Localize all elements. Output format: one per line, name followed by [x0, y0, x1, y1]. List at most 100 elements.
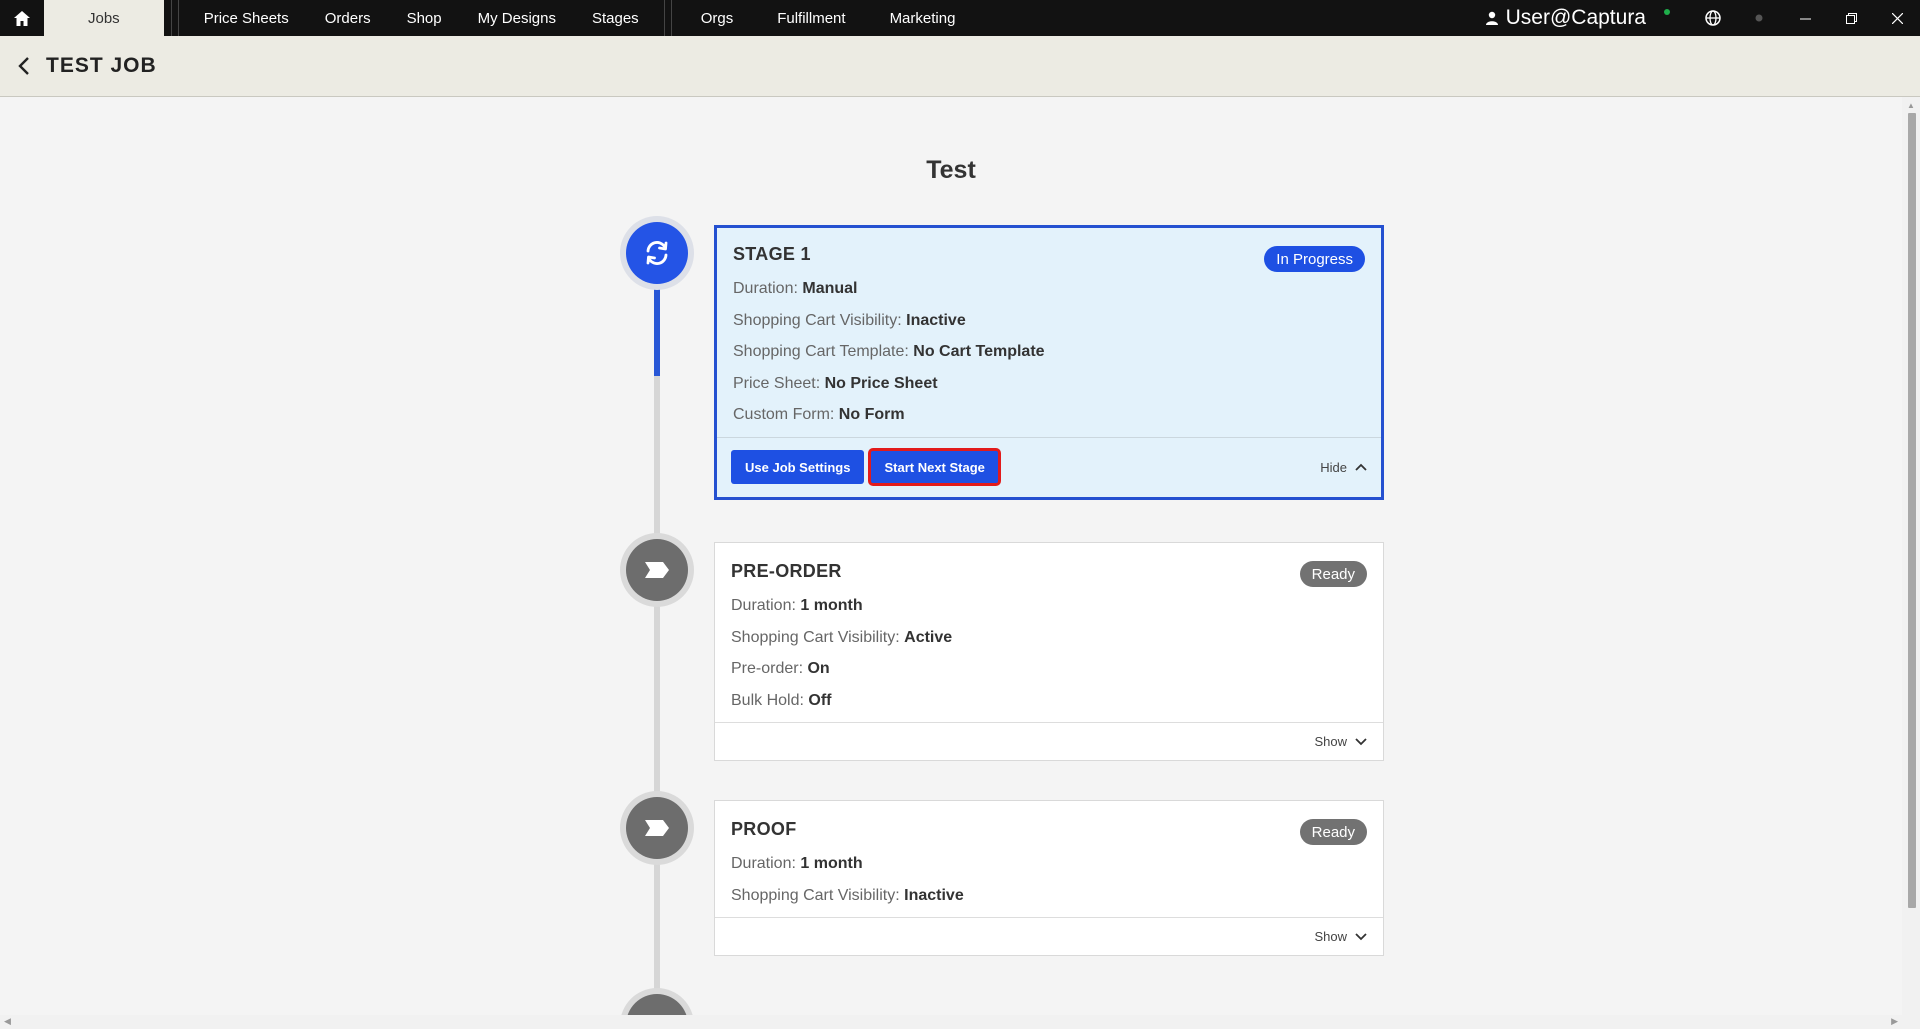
stage-detail-row: Shopping Cart Visibility: Inactive: [731, 886, 1367, 918]
chevron-down-icon: [1355, 932, 1367, 940]
detail-label: Shopping Cart Visibility:: [731, 628, 900, 646]
stage-node-ready: [626, 539, 688, 601]
stage-detail-row: Pre-order: On: [731, 659, 1367, 691]
home-icon: [14, 10, 30, 26]
detail-label: Duration:: [731, 597, 796, 614]
tab-shop[interactable]: Shop: [389, 0, 460, 36]
horizontal-scrollbar[interactable]: ◀ ▶: [0, 1015, 1920, 1029]
status-badge: Ready: [1299, 819, 1367, 845]
hide-toggle[interactable]: Hide: [1320, 460, 1367, 475]
status-indicator: [1736, 0, 1782, 36]
stage-card-pre-order: PRE-ORDER Ready Duration: 1 month Shoppi…: [714, 542, 1384, 761]
scroll-right-icon[interactable]: ▶: [1891, 1016, 1898, 1027]
detail-value: No Price Sheet: [824, 374, 938, 392]
chevron-down-icon: [1355, 737, 1367, 745]
stage-card-proof: PROOF Ready Duration: 1 month Shopping C…: [714, 800, 1384, 956]
detail-value: 1 month: [800, 597, 863, 614]
stage-card-stage-1: STAGE 1 In Progress Duration: Manual Sho…: [714, 225, 1384, 500]
tab-fulfillment[interactable]: Fulfillment: [755, 0, 867, 36]
stage-title: PRE-ORDER: [731, 561, 842, 581]
detail-value: Inactive: [906, 311, 966, 329]
detail-value: 1 month: [800, 855, 863, 872]
user-name: User@Captura: [1505, 6, 1646, 29]
stage-actions: Use Job Settings Start Next Stage: [731, 448, 1001, 486]
minimize-icon: [1799, 18, 1811, 19]
card-body: PRE-ORDER Ready Duration: 1 month Shoppi…: [715, 543, 1383, 722]
language-button[interactable]: [1690, 0, 1736, 36]
minimize-button[interactable]: [1782, 0, 1828, 36]
status-badge: In Progress: [1264, 246, 1365, 272]
stage-detail-row: Duration: Manual: [733, 279, 1365, 311]
stage-node-ready: [626, 797, 688, 859]
restore-icon: [1845, 12, 1857, 24]
use-job-settings-button[interactable]: Use Job Settings: [731, 450, 865, 484]
nav-separator: [661, 0, 675, 36]
detail-value: No Cart Template: [913, 343, 1045, 360]
chevron-left-icon: [18, 57, 29, 75]
detail-value: On: [807, 660, 830, 677]
job-name: Test: [926, 156, 976, 184]
stage-detail-row: Duration: 1 month: [731, 596, 1367, 628]
dot-icon: [1755, 14, 1763, 22]
scrollbar-thumb[interactable]: [1908, 113, 1916, 908]
nav-separator: [168, 0, 182, 36]
scroll-left-icon[interactable]: ◀: [4, 1016, 11, 1027]
detail-label: Shopping Cart Visibility:: [733, 311, 902, 329]
restore-button[interactable]: [1828, 0, 1874, 36]
show-toggle[interactable]: Show: [1314, 734, 1367, 749]
detail-label: Price Sheet:: [733, 374, 821, 392]
stage-detail-row: Custom Form: No Form: [733, 405, 1365, 437]
chevron-up-icon: [1355, 463, 1367, 471]
tab-orgs[interactable]: Orgs: [679, 0, 756, 36]
detail-value: Inactive: [904, 886, 964, 904]
online-status-dot: [1664, 9, 1670, 15]
refresh-icon: [646, 241, 668, 265]
user-icon: [1485, 11, 1498, 25]
scroll-up-icon[interactable]: ▲: [1907, 101, 1915, 110]
tag-arrow-icon: [645, 562, 669, 578]
stage-detail-row: Shopping Cart Template: No Cart Template: [733, 342, 1365, 374]
tab-marketing[interactable]: Marketing: [868, 0, 978, 36]
nav-right: User@Captura: [1485, 0, 1920, 36]
close-button[interactable]: [1874, 0, 1920, 36]
back-button[interactable]: [6, 48, 42, 84]
detail-value: Manual: [802, 280, 858, 297]
card-body: PROOF Ready Duration: 1 month Shopping C…: [715, 801, 1383, 917]
card-body: STAGE 1 In Progress Duration: Manual Sho…: [717, 228, 1381, 437]
stage-detail-row: Shopping Cart Visibility: Inactive: [733, 311, 1365, 343]
toggle-label: Hide: [1320, 459, 1347, 475]
detail-label: Bulk Hold:: [731, 691, 804, 709]
detail-value: No Form: [838, 406, 905, 423]
detail-value: Active: [904, 628, 953, 646]
timeline-track: [654, 284, 660, 1029]
detail-label: Custom Form:: [733, 406, 835, 423]
toggle-label: Show: [1314, 929, 1347, 944]
detail-label: Pre-order:: [731, 660, 804, 677]
home-button[interactable]: [0, 0, 44, 36]
top-nav: Jobs Price Sheets Orders Shop My Designs…: [0, 0, 1920, 36]
tab-jobs[interactable]: Jobs: [44, 0, 164, 36]
detail-value: Off: [808, 691, 832, 709]
tab-orders[interactable]: Orders: [307, 0, 389, 36]
detail-label: Shopping Cart Visibility:: [731, 886, 900, 904]
timeline-progress: [654, 284, 660, 376]
tab-stages[interactable]: Stages: [574, 0, 657, 36]
card-footer: Show: [715, 722, 1383, 760]
detail-label: Duration:: [731, 855, 796, 872]
status-badge: Ready: [1299, 561, 1367, 587]
tab-my-designs[interactable]: My Designs: [460, 0, 574, 36]
detail-label: Duration:: [733, 280, 798, 297]
close-icon: [1891, 12, 1903, 24]
show-toggle[interactable]: Show: [1314, 929, 1367, 944]
tab-price-sheets[interactable]: Price Sheets: [186, 0, 307, 36]
vertical-scrollbar[interactable]: ▲: [1902, 97, 1920, 1015]
card-footer: Use Job Settings Start Next Stage Hide: [717, 436, 1381, 497]
user-menu[interactable]: User@Captura: [1485, 6, 1646, 30]
stage-detail-row: Duration: 1 month: [731, 854, 1367, 886]
stage-detail-row: Shopping Cart Visibility: Active: [731, 628, 1367, 660]
stage-detail-row: Price Sheet: No Price Sheet: [733, 374, 1365, 406]
start-next-stage-button[interactable]: Start Next Stage: [868, 448, 1001, 486]
page-header: TEST JOB: [0, 36, 1920, 97]
page-title: TEST JOB: [46, 54, 157, 77]
card-footer: Show: [715, 917, 1383, 955]
